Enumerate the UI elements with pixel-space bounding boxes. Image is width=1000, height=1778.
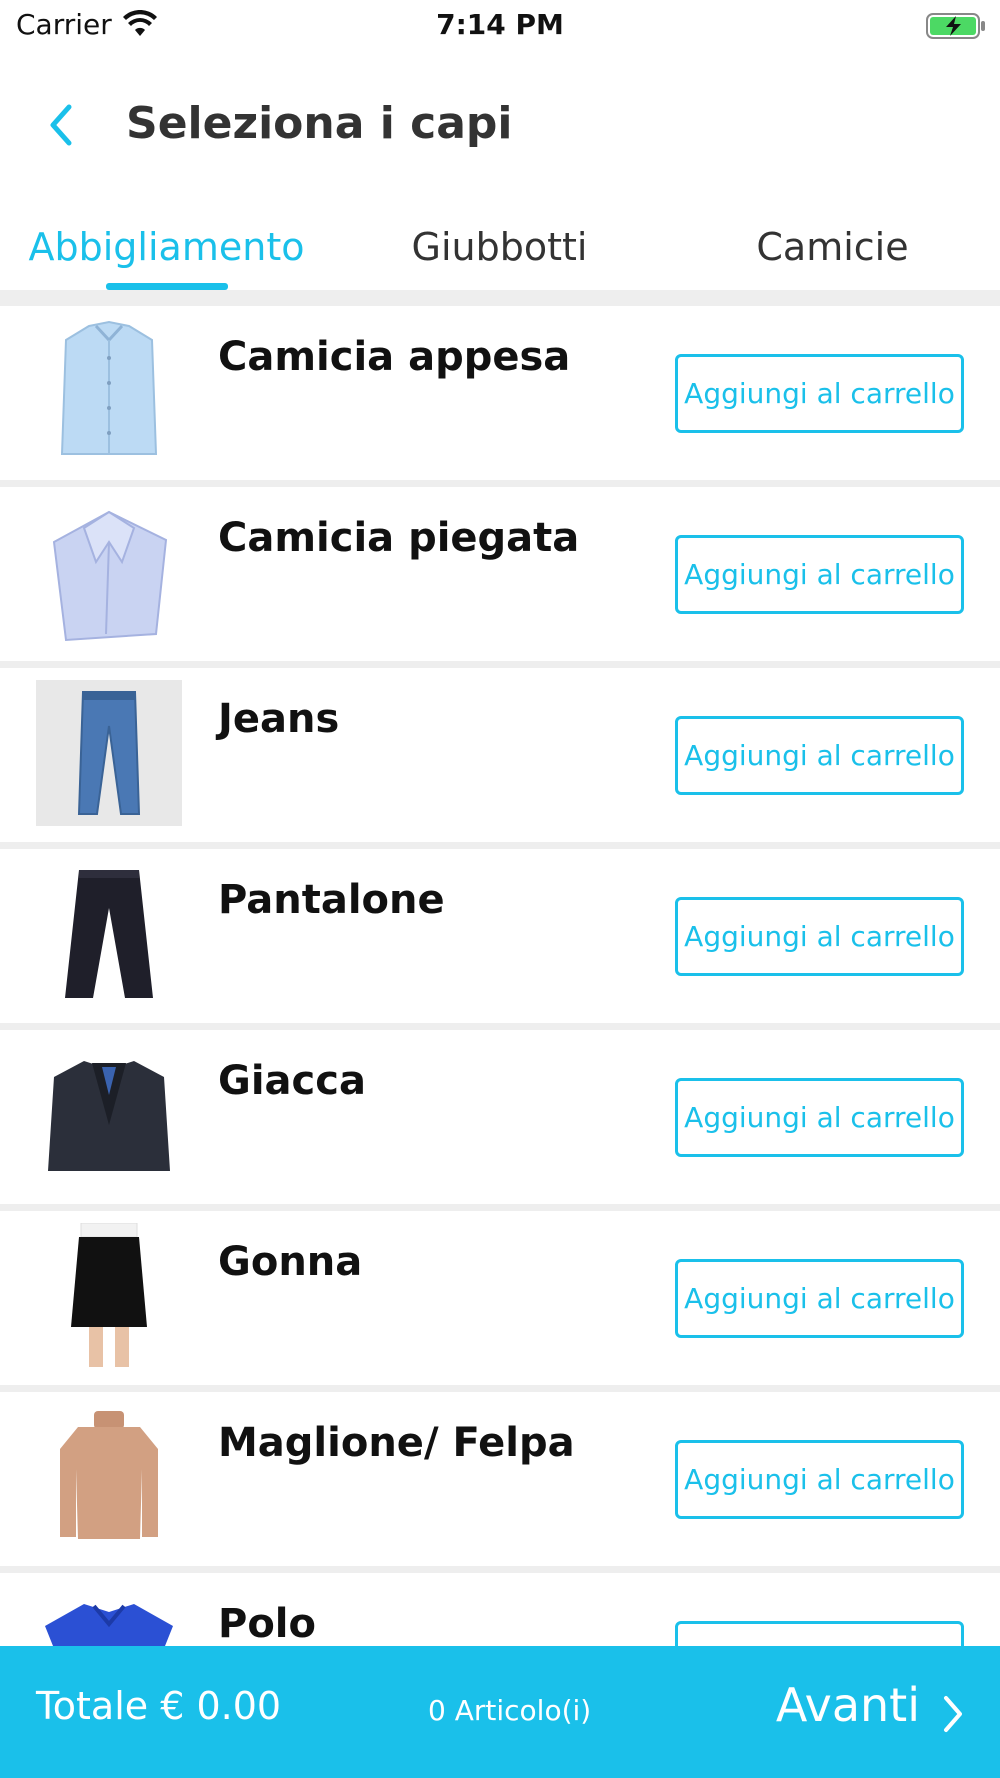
item-name: Maglione/ Felpa bbox=[218, 1420, 575, 1466]
tab-abbigliamento[interactable]: Abbigliamento bbox=[0, 215, 333, 291]
folded-shirt-image bbox=[36, 499, 182, 645]
trousers-image bbox=[36, 861, 182, 1007]
item-name: Camicia piegata bbox=[218, 515, 580, 561]
battery-charging-icon bbox=[926, 13, 985, 39]
add-to-cart-button[interactable]: Aggiungi al carrello bbox=[675, 716, 964, 795]
status-bar: Carrier 7:14 PM bbox=[0, 0, 1000, 50]
item-name: Camicia appesa bbox=[218, 334, 571, 380]
back-button[interactable] bbox=[30, 90, 90, 160]
status-time: 7:14 PM bbox=[436, 8, 564, 41]
chevron-right-icon[interactable] bbox=[940, 1694, 966, 1734]
header: Seleziona i capi bbox=[0, 80, 1000, 170]
chevron-left-icon bbox=[50, 104, 72, 146]
list-item: Gonna Aggiungi al carrello bbox=[0, 1211, 1000, 1392]
item-name: Jeans bbox=[218, 696, 340, 742]
item-name: Pantalone bbox=[218, 877, 445, 923]
add-to-cart-button[interactable]: Aggiungi al carrello bbox=[675, 354, 964, 433]
item-name: Giacca bbox=[218, 1058, 366, 1104]
list-item: Jeans Aggiungi al carrello bbox=[0, 668, 1000, 849]
total-amount: Totale € 0.00 bbox=[36, 1684, 282, 1728]
page-title: Seleziona i capi bbox=[126, 98, 513, 149]
tab-camicie[interactable]: Camicie bbox=[666, 215, 999, 291]
skirt-image bbox=[36, 1223, 182, 1369]
add-to-cart-button[interactable]: Aggiungi al carrello bbox=[675, 1440, 964, 1519]
list-item: Camicia appesa Aggiungi al carrello bbox=[0, 306, 1000, 487]
polo-image bbox=[36, 1585, 182, 1646]
tab-giubbotti[interactable]: Giubbotti bbox=[333, 215, 666, 291]
add-to-cart-button[interactable]: Aggiungi al carrello bbox=[675, 1259, 964, 1338]
list-item: Polo Aggiungi al carrello bbox=[0, 1573, 1000, 1646]
active-tab-indicator bbox=[106, 283, 228, 290]
jeans-image bbox=[36, 680, 182, 826]
next-button[interactable]: Avanti bbox=[776, 1678, 920, 1732]
add-to-cart-button[interactable]: Aggiungi al carrello bbox=[675, 535, 964, 614]
add-to-cart-button[interactable]: Aggiungi al carrello bbox=[675, 1621, 964, 1646]
sweater-image bbox=[36, 1404, 182, 1550]
item-name: Gonna bbox=[218, 1239, 363, 1285]
list-item: Camicia piegata Aggiungi al carrello bbox=[0, 487, 1000, 668]
item-name: Polo bbox=[218, 1601, 316, 1646]
list-item: Pantalone Aggiungi al carrello bbox=[0, 849, 1000, 1030]
hanging-shirt-image bbox=[36, 318, 182, 464]
checkout-bar: Totale € 0.00 0 Articolo(i) Avanti bbox=[0, 1646, 1000, 1778]
tabs-divider bbox=[0, 290, 1000, 306]
category-tabs: Abbigliamento Giubbotti Camicie bbox=[0, 215, 1000, 291]
list-item: Giacca Aggiungi al carrello bbox=[0, 1030, 1000, 1211]
jacket-image bbox=[36, 1042, 182, 1188]
add-to-cart-button[interactable]: Aggiungi al carrello bbox=[675, 1078, 964, 1157]
list-item: Maglione/ Felpa Aggiungi al carrello bbox=[0, 1392, 1000, 1573]
item-count: 0 Articolo(i) bbox=[428, 1694, 592, 1727]
garment-list[interactable]: Camicia appesa Aggiungi al carrello Cami… bbox=[0, 306, 1000, 1646]
add-to-cart-button[interactable]: Aggiungi al carrello bbox=[675, 897, 964, 976]
